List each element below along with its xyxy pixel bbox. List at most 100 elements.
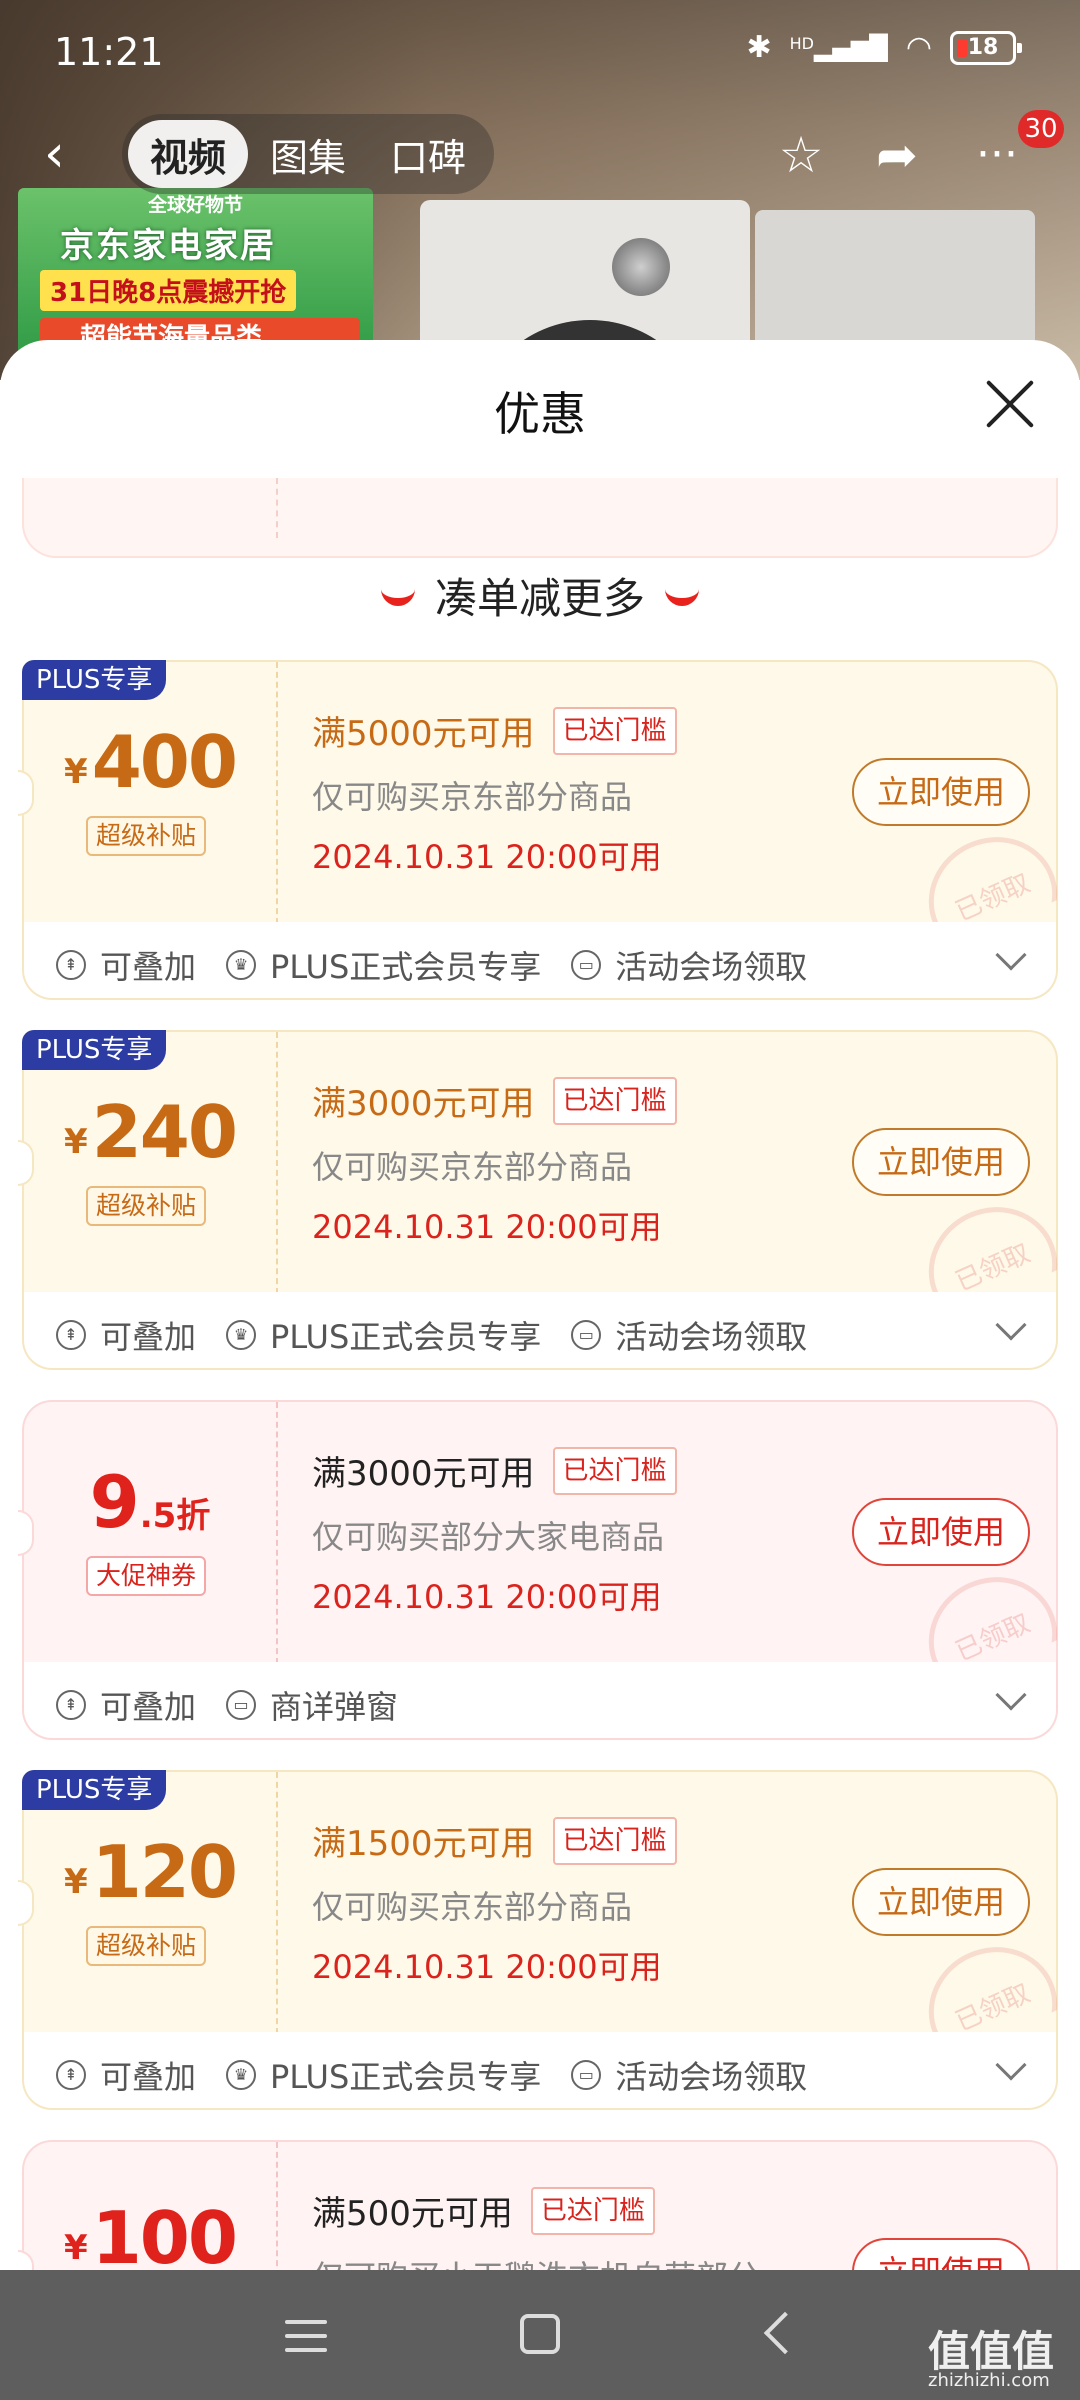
plus-tag: PLUS专享: [22, 1770, 167, 1810]
footer-label: 可叠加: [100, 1688, 197, 1726]
amount-value: 120: [91, 1830, 238, 1914]
section-heading: 凑单减更多: [0, 565, 1080, 626]
coupon-divider: [276, 1772, 278, 2034]
tab-video[interactable]: 视频: [128, 120, 248, 188]
use-now-button[interactable]: 立即使用: [852, 1868, 1030, 1936]
wifi-icon: ◠: [905, 30, 932, 65]
tab-reviews[interactable]: 口碑: [368, 120, 488, 188]
more-badge: 30: [1018, 110, 1064, 148]
status-bar: 11:21 ✱ HD▂▄▆█ ◠ 18: [0, 0, 1080, 110]
stack-icon: ⇞: [56, 2060, 86, 2090]
ticket-icon: ▭: [571, 950, 602, 980]
footer-label: 活动会场领取: [615, 2058, 808, 2096]
coupon-condition: 满5000元可用 已达门槛: [312, 706, 677, 755]
use-now-button[interactable]: 立即使用: [852, 1498, 1030, 1566]
footer-label: 活动会场领取: [615, 948, 808, 986]
condition-text: 满3000元可用: [312, 1084, 535, 1124]
share-icon[interactable]: ➦: [866, 124, 928, 186]
amount-value: 100: [91, 2196, 238, 2270]
footer-items: ⇞ 可叠加 ♛ PLUS正式会员专享 ▭ 活动会场领取: [56, 2052, 837, 2098]
footer-label: PLUS正式会员专享: [270, 2058, 542, 2096]
footer-items: ⇞ 可叠加 ♛ PLUS正式会员专享 ▭ 活动会场领取: [56, 1312, 837, 1358]
coupon-main: 9.5折 大促神券 满3000元可用 已达门槛 仅可购买部分大家电商品 2024.…: [22, 1400, 1058, 1662]
coupon-amount: ¥400: [24, 720, 276, 804]
condition-text: 满5000元可用: [312, 714, 535, 754]
washer-dial: [612, 238, 670, 296]
use-now-button[interactable]: 立即使用: [852, 758, 1030, 826]
chevron-down-icon[interactable]: [995, 1679, 1027, 1711]
watermark-url: zhizhizhi.com: [928, 2370, 1050, 2391]
coupon-scope: 仅可购买京东部分商品: [312, 1148, 633, 1186]
plus-tag: PLUS专享: [22, 660, 167, 700]
home-icon[interactable]: [520, 2314, 560, 2354]
coupon-card: PLUS专享 ¥120 超级补贴 满1500元可用 已达门槛 仅可购买京东部分商品…: [18, 1770, 1058, 2110]
menu-icon[interactable]: [285, 2320, 327, 2362]
back-icon[interactable]: [763, 2311, 807, 2355]
coupon-discount: 9.5折: [24, 1460, 276, 1544]
footer-label: PLUS正式会员专享: [270, 1318, 542, 1356]
venue-item: ▭ 活动会场领取: [571, 2052, 807, 2098]
coupon-amount: ¥120: [24, 1830, 276, 1914]
coupon-divider: [276, 1032, 278, 1294]
footer-label: 可叠加: [100, 1318, 197, 1356]
plus-member-item: ♛ PLUS正式会员专享: [226, 2052, 541, 2098]
stackable-item: ⇞ 可叠加: [56, 2052, 196, 2098]
coupon-sheet: 优惠 凑单减更多 PLUS专享 ¥400 超级补贴 满5000元可用 已达门槛 仅…: [0, 340, 1080, 2270]
coupon-condition: 满1500元可用 已达门槛: [312, 1816, 677, 1865]
coupon-footer[interactable]: ⇞ 可叠加 ♛ PLUS正式会员专享 ▭ 活动会场领取: [22, 1292, 1058, 1370]
currency-symbol: ¥: [64, 2228, 88, 2268]
promo-line2: 31日晚8点震撼开抢: [40, 270, 297, 311]
use-now-button[interactable]: 立即使用: [852, 1128, 1030, 1196]
coupon-amount: ¥100: [24, 2196, 276, 2270]
coupon-footer[interactable]: ⇞ 可叠加 ♛ PLUS正式会员专享 ▭ 活动会场领取: [22, 2032, 1058, 2110]
subsidy-tag: 超级补贴: [86, 1186, 207, 1226]
status-icons: ✱ HD▂▄▆█ ◠ 18: [746, 30, 1022, 65]
coupon-footer[interactable]: ⇞ 可叠加 ♛ PLUS正式会员专享 ▭ 活动会场领取: [22, 922, 1058, 1000]
coupon-main: PLUS专享 ¥240 超级补贴 满3000元可用 已达门槛 仅可购买京东部分商品…: [22, 1030, 1058, 1292]
currency-symbol: ¥: [64, 752, 88, 792]
chevron-down-icon[interactable]: [995, 2049, 1027, 2081]
coupon-main: PLUS专享 ¥120 超级补贴 满1500元可用 已达门槛 仅可购买京东部分商品…: [22, 1770, 1058, 2032]
ticket-icon: ▭: [226, 1690, 257, 1720]
stack-icon: ⇞: [56, 1690, 86, 1720]
stackable-item: ⇞ 可叠加: [56, 1682, 196, 1728]
plus-tag: PLUS专享: [22, 1030, 167, 1070]
use-now-button[interactable]: 立即使用: [852, 2238, 1030, 2270]
smile-right-icon: [665, 588, 699, 606]
condition-text: 满3000元可用: [312, 1454, 535, 1494]
footer-label: 活动会场领取: [615, 1318, 808, 1356]
coupon-condition: 满3000元可用 已达门槛: [312, 1446, 677, 1495]
discount-value: 9: [89, 1460, 140, 1544]
coupon-main: ¥100 满500元可用已达门槛 仅可购买小天鹅洗衣机自营部分 立即使用: [22, 2140, 1058, 2270]
chevron-down-icon[interactable]: [995, 939, 1027, 971]
coupon-time: 2024.10.31 20:00可用: [312, 1578, 662, 1616]
coupon-divider: [276, 2142, 278, 2270]
stack-icon: ⇞: [56, 950, 86, 980]
coupon-time: 2024.10.31 20:00可用: [312, 1948, 662, 1986]
chevron-down-icon[interactable]: [995, 1309, 1027, 1341]
previous-coupon-stub: [22, 478, 1058, 558]
back-arrow-icon[interactable]: ‹: [44, 126, 94, 186]
amount-value: 240: [91, 1090, 238, 1174]
top-nav: ‹ 视频 图集 口碑 ☆ ➦ ··· 30: [0, 110, 1080, 200]
footer-items: ⇞ 可叠加 ♛ PLUS正式会员专享 ▭ 活动会场领取: [56, 942, 837, 988]
close-icon[interactable]: [982, 376, 1038, 432]
favorite-star-icon[interactable]: ☆: [770, 124, 832, 186]
footer-label: 可叠加: [100, 948, 197, 986]
footer-label: 可叠加: [100, 2058, 197, 2096]
system-nav-bar: [0, 2270, 1080, 2400]
media-tabs: 视频 图集 口碑: [122, 114, 494, 194]
promo-tag: 大促神券: [86, 1556, 207, 1596]
promo-line1: 京东家电家居: [60, 226, 276, 266]
discount-suffix: .5折: [139, 1496, 211, 1536]
coupon-divider: [276, 662, 278, 924]
coupon-footer[interactable]: ⇞ 可叠加 ▭ 商详弹窗: [22, 1662, 1058, 1740]
crown-icon: ♛: [226, 2060, 257, 2090]
tab-gallery[interactable]: 图集: [248, 120, 368, 188]
plus-member-item: ♛ PLUS正式会员专享: [226, 1312, 541, 1358]
threshold-reached-badge: 已达门槛: [552, 1446, 677, 1495]
currency-symbol: ¥: [64, 1862, 88, 1902]
network-label: HD: [789, 33, 814, 53]
coupon-amount: ¥240: [24, 1090, 276, 1174]
condition-text: 满500元可用: [312, 2194, 513, 2234]
